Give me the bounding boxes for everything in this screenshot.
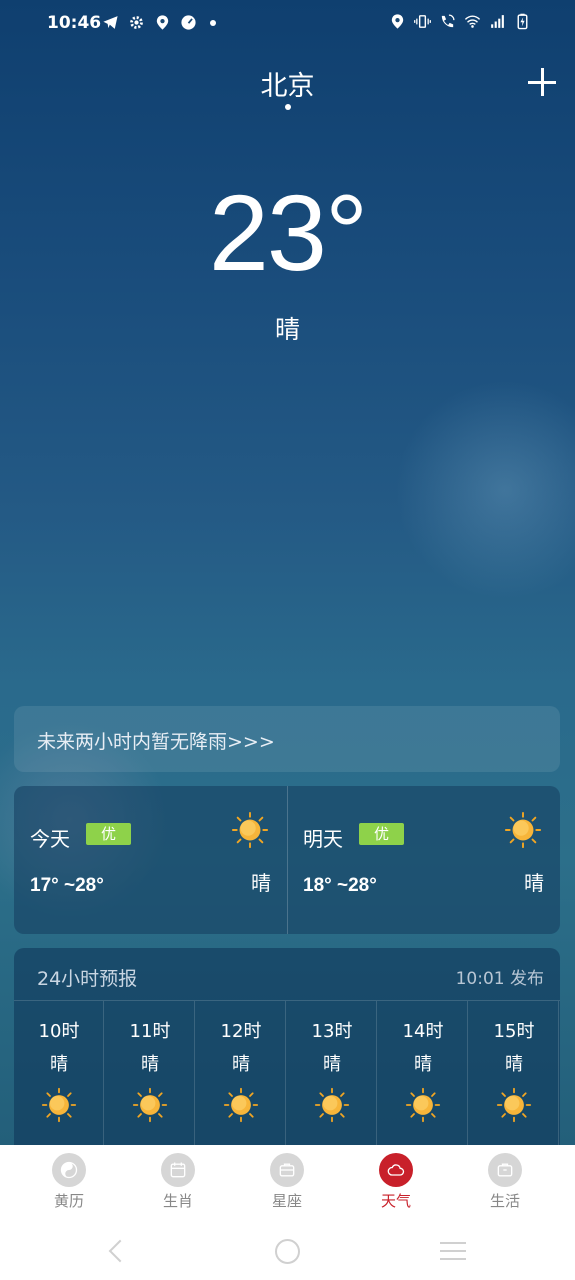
notification-dot-icon <box>210 19 216 26</box>
nav-label: 天气 <box>380 1192 411 1210</box>
temperature-range: 18° ~28° <box>303 875 377 896</box>
sun-icon <box>132 1087 168 1123</box>
sun-icon <box>504 811 542 849</box>
nav-item-shengxiao[interactable]: 生肖 <box>138 1153 218 1211</box>
status-icons-right <box>389 13 531 30</box>
background-glow <box>395 380 575 600</box>
back-icon[interactable] <box>108 1239 132 1263</box>
add-city-button[interactable] <box>528 68 556 96</box>
system-nav-bar <box>0 1215 575 1280</box>
hourly-title: 24小时预报 <box>37 968 138 990</box>
hour-item[interactable]: 11时 晴 <box>105 1001 195 1148</box>
hour-item[interactable]: 15时 晴 <box>469 1001 559 1148</box>
status-icons-left <box>102 14 216 31</box>
nav-label: 黄历 <box>53 1192 84 1210</box>
telegram-icon <box>102 14 119 31</box>
hour-item[interactable]: 13时 晴 <box>287 1001 377 1148</box>
battery-charging-icon <box>514 13 531 30</box>
hour-condition: 晴 <box>50 1054 68 1075</box>
city-title[interactable]: 北京 <box>0 64 575 103</box>
hour-time: 15时 <box>493 1021 535 1042</box>
day-label: 今天 <box>30 827 70 851</box>
hour-time: 10时 <box>38 1021 80 1042</box>
nav-label: 生活 <box>489 1192 520 1210</box>
sun-icon <box>223 1087 259 1123</box>
wifi-call-icon <box>439 13 456 30</box>
hourly-forecast-card: 24小时预报 10:01 发布 10时 晴 11时 晴 12时 晴 13时 晴 … <box>14 948 560 1148</box>
hour-time: 12时 <box>220 1021 262 1042</box>
hour-item[interactable]: 14时 晴 <box>378 1001 468 1148</box>
signal-icon <box>489 13 506 30</box>
sun-icon <box>231 811 269 849</box>
day-condition: 晴 <box>524 871 544 895</box>
hour-time: 13时 <box>311 1021 353 1042</box>
menu-icon[interactable] <box>440 1242 466 1260</box>
current-condition: 晴 <box>274 315 300 344</box>
speed-gauge-icon <box>180 14 197 31</box>
hour-time: 14时 <box>402 1021 444 1042</box>
sun-icon <box>496 1087 532 1123</box>
briefcase-icon <box>488 1153 522 1187</box>
gear-icon <box>128 14 145 31</box>
day-condition: 晴 <box>251 871 271 895</box>
home-icon[interactable] <box>275 1239 300 1264</box>
status-time: 10:46 <box>47 13 102 33</box>
aqi-badge: 优 <box>359 823 404 845</box>
nav-item-shenghuo[interactable]: 生活 <box>465 1153 545 1211</box>
sun-icon <box>405 1087 441 1123</box>
daily-forecast-card: 今天 优 17° ~28° 晴 明天 优 18° ~28° 晴 <box>14 786 560 934</box>
hour-condition: 晴 <box>505 1054 523 1075</box>
bottom-nav: 黄历 生肖 星座 天气 生活 <box>0 1145 575 1215</box>
nav-label: 生肖 <box>162 1192 193 1210</box>
nav-item-huangli[interactable]: 黄历 <box>29 1153 109 1211</box>
hour-condition: 晴 <box>141 1054 159 1075</box>
hour-condition: 晴 <box>323 1054 341 1075</box>
location-pin-icon <box>154 14 171 31</box>
hour-condition: 晴 <box>414 1054 432 1075</box>
hour-time: 11时 <box>129 1021 171 1042</box>
nav-item-xingzuo[interactable]: 星座 <box>247 1153 327 1211</box>
aqi-badge: 优 <box>86 823 131 845</box>
sun-icon <box>41 1087 77 1123</box>
published-time: 10:01 发布 <box>455 969 544 989</box>
day-label: 明天 <box>303 827 343 851</box>
location-pin-icon <box>389 13 406 30</box>
hour-condition: 晴 <box>232 1054 250 1075</box>
calendar-icon <box>161 1153 195 1187</box>
sun-icon <box>314 1087 350 1123</box>
rain-forecast-card[interactable]: 未来两小时内暂无降雨>>> <box>14 706 560 772</box>
wifi-icon <box>464 13 481 30</box>
nav-item-tianqi[interactable]: 天气 <box>356 1153 436 1211</box>
status-bar: 10:46 <box>0 0 575 48</box>
hour-item[interactable]: 10时 晴 <box>14 1001 104 1148</box>
vibrate-icon <box>414 13 431 30</box>
nav-label: 星座 <box>271 1192 302 1210</box>
divider <box>287 786 288 934</box>
temperature-range: 17° ~28° <box>30 875 104 896</box>
box-icon <box>270 1153 304 1187</box>
rain-forecast-text: 未来两小时内暂无降雨>>> <box>37 731 275 753</box>
page-indicator-dot <box>285 104 291 110</box>
cloud-icon <box>379 1153 413 1187</box>
hour-item[interactable]: 12时 晴 <box>196 1001 286 1148</box>
yin-yang-icon <box>52 1153 86 1187</box>
current-temperature: 23° <box>208 172 368 293</box>
